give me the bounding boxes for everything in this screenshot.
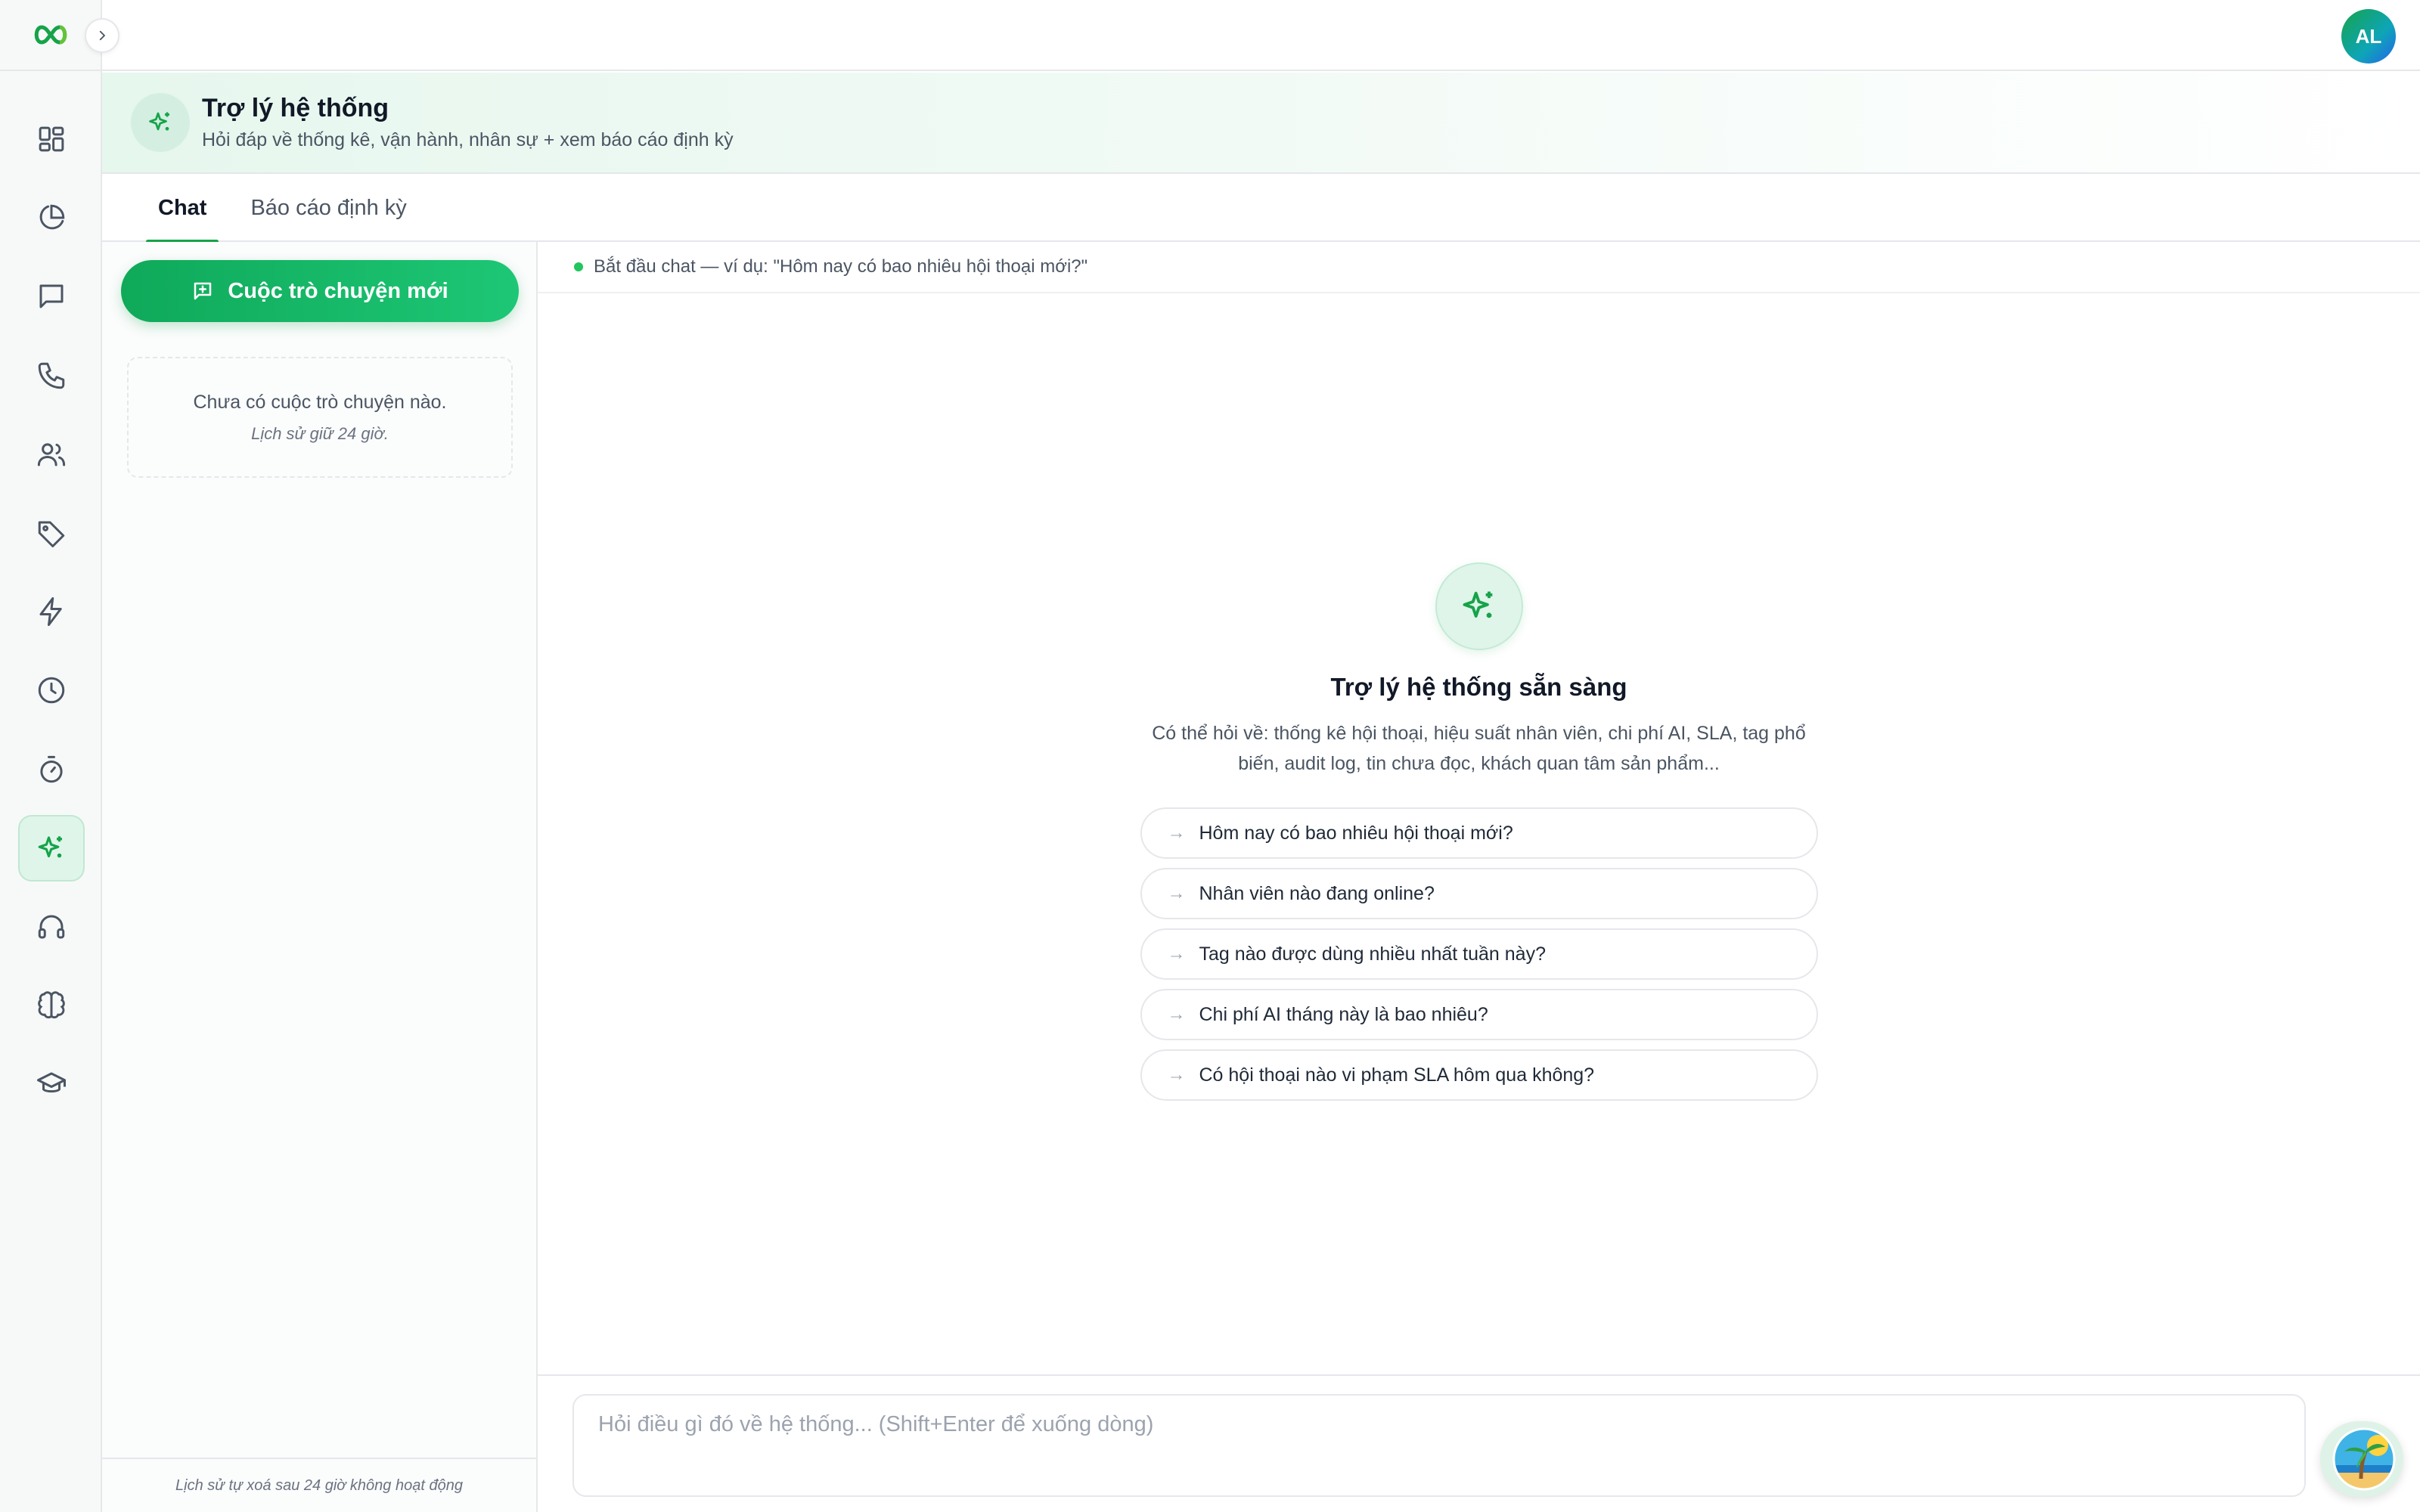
- suggestion-text: Nhân viên nào đang online?: [1199, 882, 1435, 904]
- rail-item-statistics[interactable]: [18, 184, 85, 251]
- rail-items: [18, 106, 85, 1129]
- suggestion-item[interactable]: → Hôm nay có bao nhiêu hội thoại mới?: [1140, 807, 1818, 859]
- sparkles-icon: [38, 835, 62, 857]
- new-message-icon: [194, 282, 212, 300]
- empty-history-box: Chưa có cuộc trò chuyện nào. Lịch sử giữ…: [127, 357, 513, 478]
- clock-icon: [38, 677, 65, 704]
- new-chat-label: Cuộc trò chuyện mới: [228, 278, 448, 303]
- rail-item-dashboard[interactable]: [18, 106, 85, 172]
- new-chat-button[interactable]: Cuộc trò chuyện mới: [121, 260, 519, 322]
- chat-input[interactable]: [572, 1394, 2306, 1497]
- rail-item-sla[interactable]: [18, 736, 85, 803]
- expand-sidebar-button[interactable]: [85, 18, 119, 53]
- avatar[interactable]: AL: [2341, 9, 2396, 64]
- tab-chat[interactable]: Chat: [146, 174, 219, 243]
- history-retention-note: Lịch sử tự xoá sau 24 giờ không hoạt độn…: [102, 1458, 536, 1512]
- suggestion-item[interactable]: → Tag nào được dùng nhiều nhất tuần này?: [1140, 928, 1818, 980]
- rail-item-history[interactable]: [18, 657, 85, 723]
- welcome-title: Trợ lý hệ thống sẵn sàng: [1330, 673, 1627, 701]
- pie-chart-icon: [39, 204, 65, 230]
- tag-icon: [38, 521, 65, 547]
- chat-area: Bắt đầu chat — ví dụ: "Hôm nay có bao nh…: [538, 242, 2420, 1512]
- rail-header: [0, 0, 119, 71]
- rail-item-training[interactable]: [18, 1051, 85, 1117]
- chat-bubble-icon: [39, 284, 64, 308]
- rail-item-users[interactable]: [18, 421, 85, 488]
- suggestion-item[interactable]: → Chi phí AI tháng này là bao nhiêu?: [1140, 989, 1818, 1040]
- arrow-right-icon: →: [1167, 1004, 1186, 1024]
- chat-status-bar: Bắt đầu chat — ví dụ: "Hôm nay có bao nh…: [538, 242, 2420, 293]
- arrow-right-icon: →: [1167, 943, 1186, 964]
- composer-bar: [538, 1374, 2420, 1512]
- suggestion-item[interactable]: → Nhân viên nào đang online?: [1140, 868, 1818, 919]
- rail-item-support[interactable]: [18, 894, 85, 960]
- suggestion-text: Có hội thoại nào vi phạm SLA hôm qua khô…: [1199, 1064, 1595, 1086]
- page-subtitle: Hỏi đáp về thống kê, vận hành, nhân sự +…: [202, 129, 734, 150]
- tab-periodic-reports[interactable]: Báo cáo định kỳ: [238, 174, 418, 242]
- conversation-sidebar: Cuộc trò chuyện mới Chưa có cuộc trò chu…: [102, 242, 538, 1512]
- arrow-right-icon: →: [1167, 883, 1186, 903]
- header-text: Trợ lý hệ thống Hỏi đáp về thống kê, vận…: [202, 94, 734, 151]
- suggestion-text: Tag nào được dùng nhiều nhất tuần này?: [1199, 943, 1546, 965]
- phone-icon: [38, 362, 65, 389]
- header-sparkles-icon: [131, 93, 190, 152]
- status-dot: [574, 262, 583, 271]
- rail-item-assistant[interactable]: [18, 814, 85, 881]
- floating-assistant-button[interactable]: [2320, 1421, 2403, 1497]
- rail-item-conversations[interactable]: [18, 263, 85, 330]
- arrow-right-icon: →: [1167, 823, 1186, 843]
- chat-status-text: Bắt đầu chat — ví dụ: "Hôm nay có bao nh…: [594, 256, 1088, 277]
- timer-icon: [40, 755, 63, 782]
- empty-history-note: Lịch sử giữ 24 giờ.: [251, 423, 389, 443]
- empty-history-title: Chưa có cuộc trò chuyện nào.: [193, 391, 447, 413]
- welcome-description: Có thể hỏi về: thống kê hội thoại, hiệu …: [1152, 723, 1806, 774]
- page-header: Trợ lý hệ thống Hỏi đáp về thống kê, vận…: [102, 73, 2420, 174]
- graduation-cap-icon: [37, 1072, 66, 1093]
- rail-item-automation[interactable]: [18, 578, 85, 645]
- welcome-panel: Trợ lý hệ thống sẵn sàng Có thể hỏi về: …: [538, 562, 2420, 1110]
- headset-icon: [38, 915, 65, 939]
- suggestion-text: Hôm nay có bao nhiêu hội thoại mới?: [1199, 822, 1513, 844]
- lightning-icon: [39, 597, 62, 627]
- tab-bar: Chat Báo cáo định kỳ: [102, 174, 2420, 243]
- welcome-sparkles-icon: [1435, 562, 1523, 650]
- top-bar: AL: [102, 0, 2420, 71]
- rail-item-tags[interactable]: [18, 500, 85, 566]
- icon-rail: [0, 0, 119, 1512]
- arrow-right-icon: →: [1167, 1064, 1186, 1085]
- chevron-right-icon: [99, 30, 105, 41]
- rail-item-calls[interactable]: [18, 342, 85, 409]
- beach-avatar-icon: [2332, 1427, 2396, 1491]
- suggestion-item[interactable]: → Có hội thoại nào vi phạm SLA hôm qua k…: [1140, 1049, 1818, 1101]
- page-title: Trợ lý hệ thống: [202, 94, 389, 122]
- rail-item-ai-brain[interactable]: [18, 972, 85, 1039]
- suggestion-text: Chi phí AI tháng này là bao nhiêu?: [1199, 1003, 1488, 1025]
- users-icon: [37, 443, 66, 466]
- brain-icon: [38, 991, 65, 1019]
- logo-icon[interactable]: [30, 14, 71, 55]
- dashboard-icon: [39, 126, 64, 152]
